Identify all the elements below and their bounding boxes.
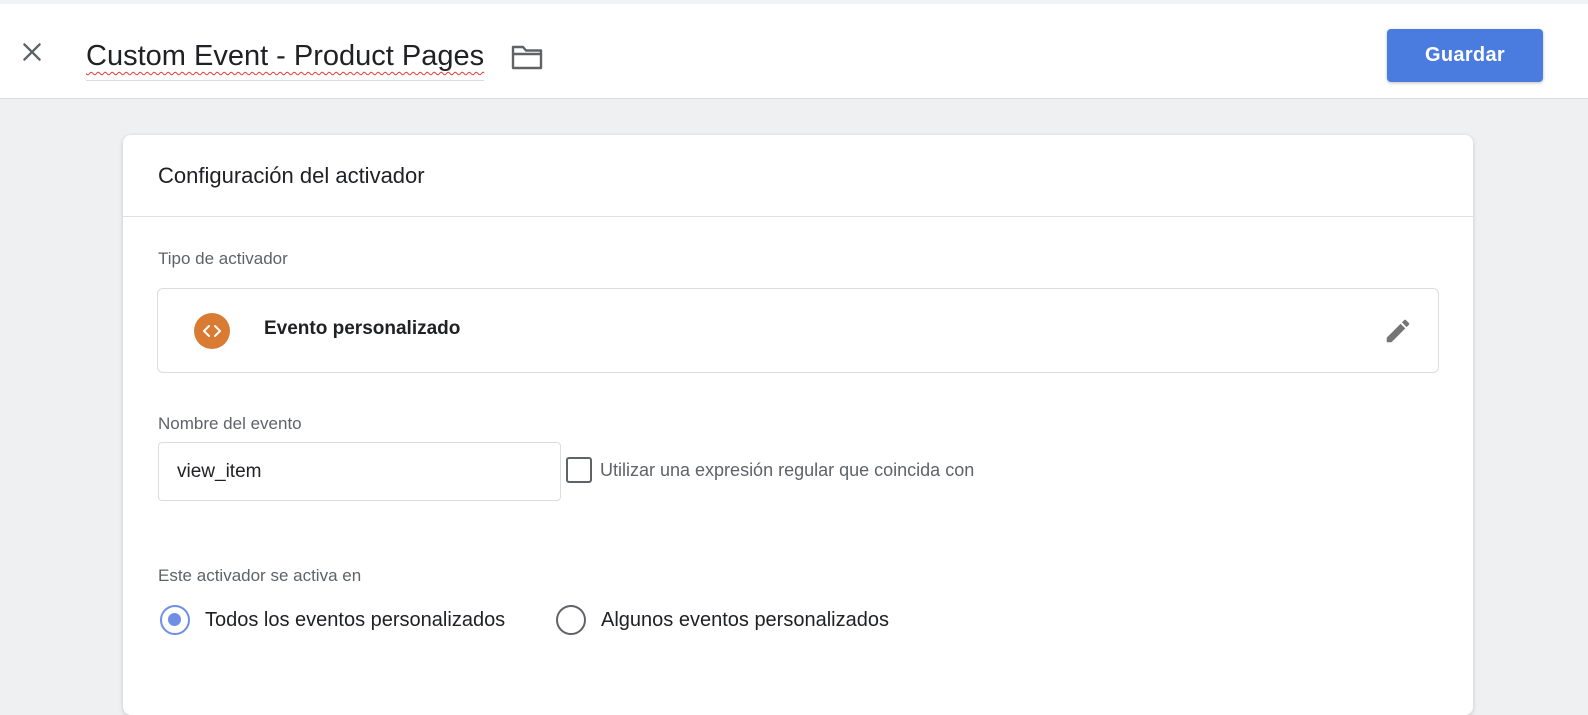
custom-event-code-icon — [194, 313, 230, 349]
trigger-type-label: Tipo de activador — [158, 249, 288, 268]
close-icon — [23, 43, 41, 61]
trigger-title[interactable]: Custom Event - Product Pages — [86, 40, 484, 72]
close-button[interactable] — [12, 32, 52, 72]
radio-some-custom-events-label[interactable]: Algunos eventos personalizados — [601, 609, 889, 632]
folder-icon — [511, 45, 543, 70]
regex-checkbox-label[interactable]: Utilizar una expresión regular que coinc… — [600, 460, 974, 481]
card-header: Configuración del activador — [123, 135, 1473, 217]
trigger-config-card: Configuración del activador Tipo de acti… — [123, 135, 1473, 715]
radio-all-custom-events-label[interactable]: Todos los eventos personalizados — [205, 609, 505, 632]
event-name-input[interactable] — [158, 442, 561, 501]
radio-some-custom-events[interactable] — [556, 605, 586, 635]
save-button[interactable]: Guardar — [1387, 29, 1543, 82]
trigger-type-selector[interactable]: Evento personalizado — [157, 288, 1439, 373]
folder-button[interactable] — [508, 40, 546, 74]
trigger-title-field[interactable]: Custom Event - Product Pages — [86, 34, 485, 81]
regex-checkbox[interactable] — [566, 457, 592, 483]
card-title: Configuración del activador — [158, 162, 425, 188]
top-bar: Custom Event - Product Pages Guardar — [0, 0, 1588, 99]
event-name-label: Nombre del evento — [158, 414, 302, 433]
radio-all-custom-events[interactable] — [160, 605, 190, 635]
trigger-type-name: Evento personalizado — [264, 318, 461, 339]
fires-on-label: Este activador se activa en — [158, 566, 362, 585]
pencil-icon[interactable] — [1382, 315, 1414, 347]
